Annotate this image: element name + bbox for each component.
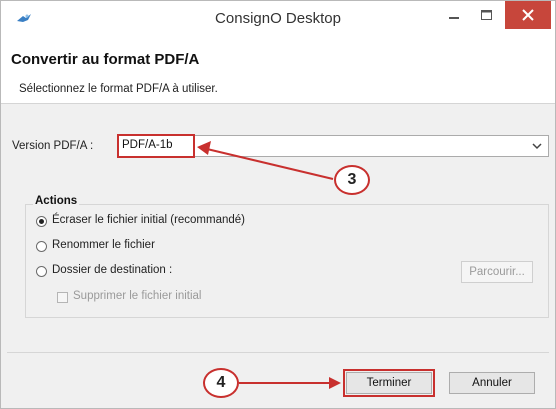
annotation-arrows	[197, 141, 341, 389]
arrow-to-finish	[239, 377, 341, 389]
consigno-dialog-window: ConsignO Desktop Convertir au format PDF…	[0, 0, 556, 409]
step-3-callout: 3	[334, 165, 370, 195]
arrow-to-version	[197, 141, 334, 180]
step-4-callout: 4	[203, 368, 239, 398]
